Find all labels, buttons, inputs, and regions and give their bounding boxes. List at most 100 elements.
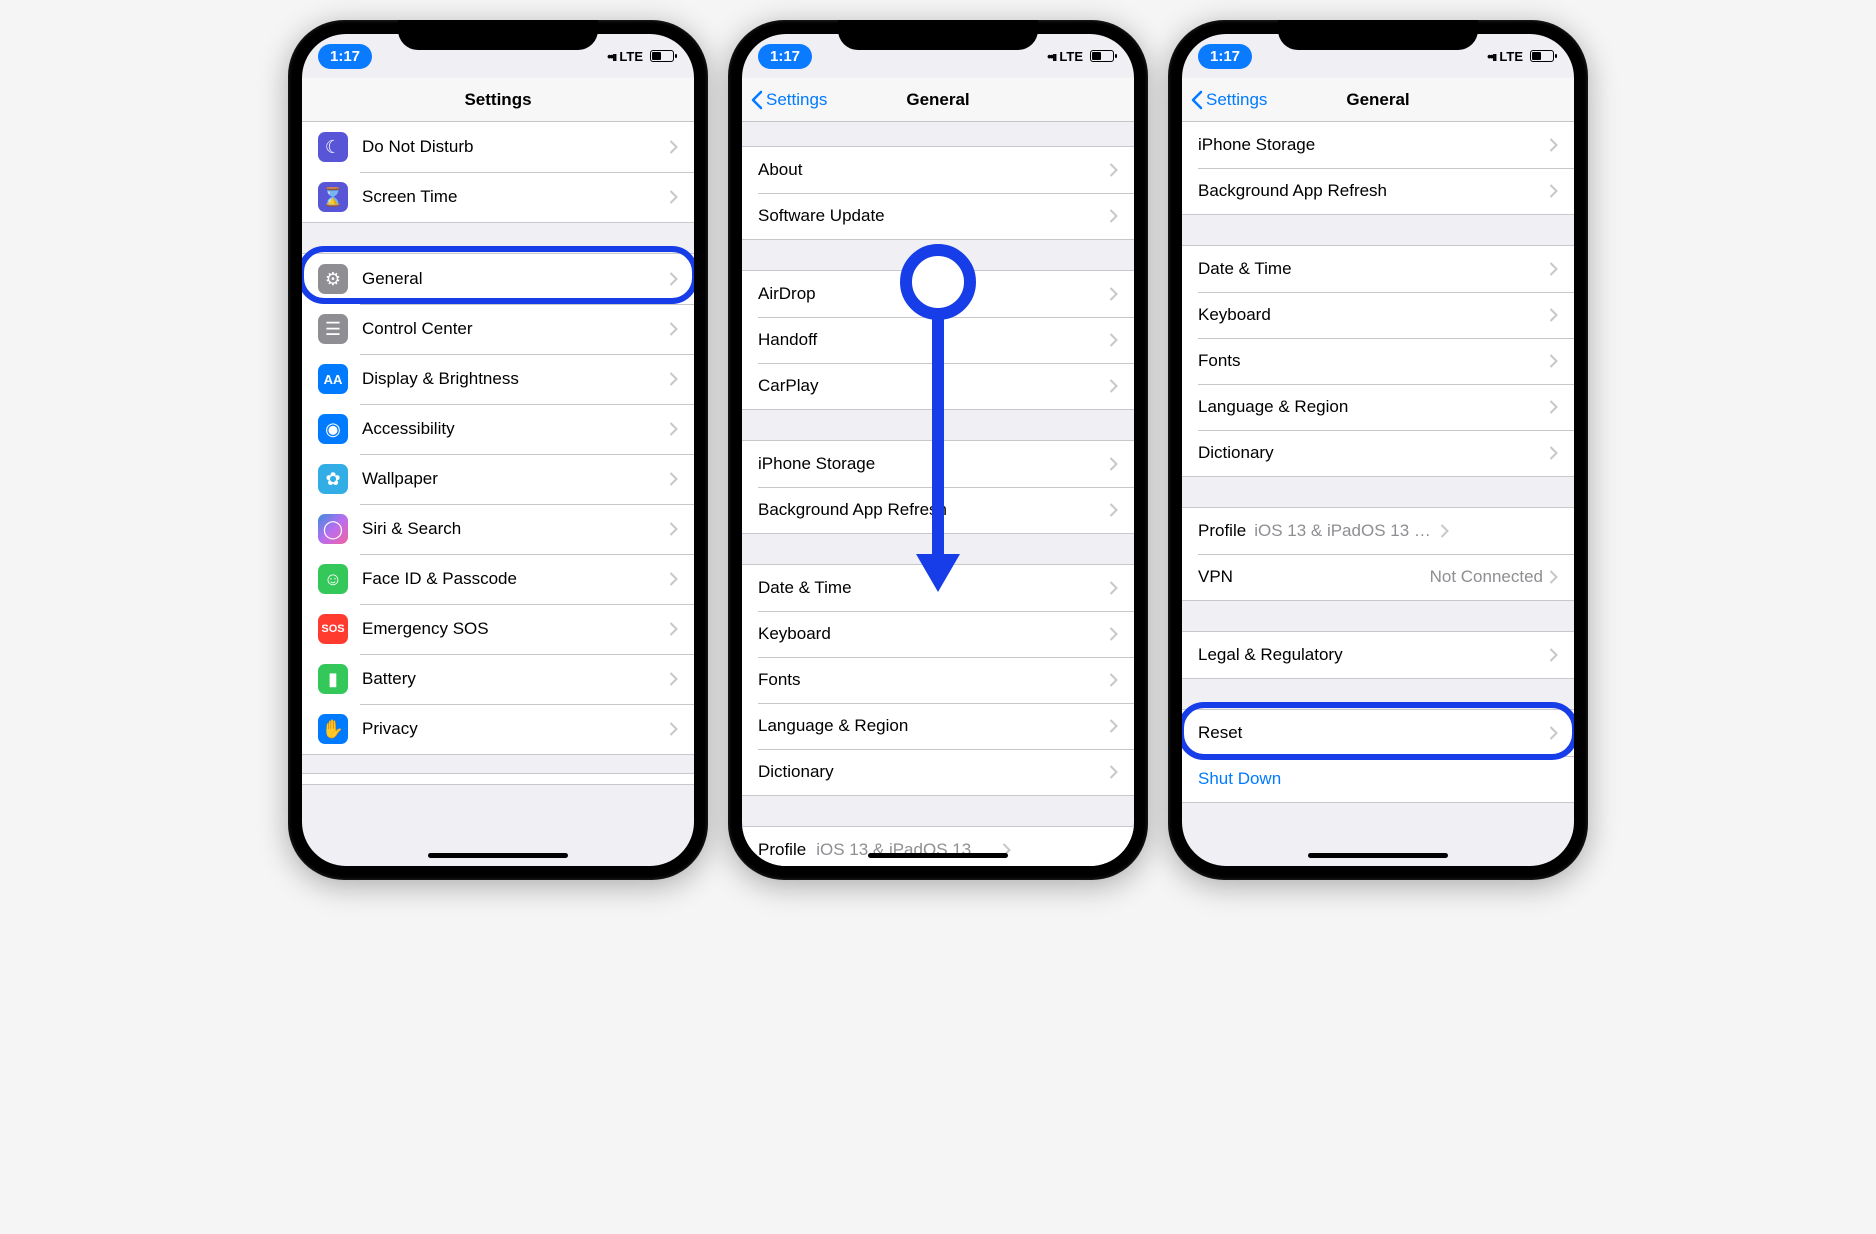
chevron-right-icon [1549, 138, 1558, 152]
row-accessibility[interactable]: ◉ Accessibility [302, 404, 694, 454]
chevron-right-icon [1549, 648, 1558, 662]
row-label: Legal & Regulatory [1198, 645, 1549, 665]
row-label: Language & Region [1198, 397, 1549, 417]
hourglass-icon: ⌛ [318, 182, 348, 212]
row-language-region[interactable]: Language & Region [742, 703, 1134, 749]
chevron-right-icon [1109, 457, 1118, 471]
row-label: Fonts [758, 670, 1109, 690]
carrier-label: LTE [619, 49, 643, 64]
row-label: About [758, 160, 1109, 180]
chevron-right-icon [669, 622, 678, 636]
chevron-right-icon [669, 272, 678, 286]
back-label: Settings [766, 90, 827, 110]
chevron-right-icon [1549, 726, 1558, 740]
row-label: Date & Time [758, 578, 1109, 598]
row-label: Language & Region [758, 716, 1109, 736]
page-title: General [906, 90, 969, 110]
chevron-right-icon [669, 572, 678, 586]
row-label: Date & Time [1198, 259, 1549, 279]
siri-icon: ◯ [318, 514, 348, 544]
chevron-right-icon [669, 372, 678, 386]
row-iphone-storage[interactable]: iPhone Storage [742, 441, 1134, 487]
nav-bar: Settings [302, 78, 694, 122]
row-emergency-sos[interactable]: SOS Emergency SOS [302, 604, 694, 654]
phone-frame-2: 1:17 ••ıı LTE Settings General [728, 20, 1148, 880]
row-label: VPN [1198, 567, 1430, 587]
back-button[interactable]: Settings [1190, 90, 1267, 110]
row-dictionary[interactable]: Dictionary [1182, 430, 1574, 476]
status-time-pill[interactable]: 1:17 [318, 44, 372, 69]
row-fonts[interactable]: Fonts [742, 657, 1134, 703]
row-keyboard[interactable]: Keyboard [742, 611, 1134, 657]
row-airdrop[interactable]: AirDrop [742, 271, 1134, 317]
nav-bar: Settings General [1182, 78, 1574, 122]
row-label: Handoff [758, 330, 1109, 350]
home-indicator[interactable] [868, 853, 1008, 858]
row-wallpaper[interactable]: ✿ Wallpaper [302, 454, 694, 504]
chevron-right-icon [1549, 184, 1558, 198]
row-label: Background App Refresh [758, 500, 1109, 520]
battery-icon [1090, 50, 1114, 62]
signal-icon: ••ıı [1047, 49, 1055, 64]
row-keyboard[interactable]: Keyboard [1182, 292, 1574, 338]
row-label: Dictionary [758, 762, 1109, 782]
row-language-region[interactable]: Language & Region [1182, 384, 1574, 430]
row-date-time[interactable]: Date & Time [742, 565, 1134, 611]
home-indicator[interactable] [1308, 853, 1448, 858]
chevron-right-icon [1109, 673, 1118, 687]
row-label: AirDrop [758, 284, 1109, 304]
row-legal-regulatory[interactable]: Legal & Regulatory [1182, 632, 1574, 678]
page-title: General [1346, 90, 1409, 110]
signal-icon: ••ıı [1487, 49, 1495, 64]
back-label: Settings [1206, 90, 1267, 110]
row-privacy[interactable]: ✋ Privacy [302, 704, 694, 754]
row-background-app-refresh[interactable]: Background App Refresh [742, 487, 1134, 533]
chevron-right-icon [1109, 503, 1118, 517]
row-label: Face ID & Passcode [362, 569, 669, 589]
row-general[interactable]: ⚙ General [302, 254, 694, 304]
row-siri-search[interactable]: ◯ Siri & Search [302, 504, 694, 554]
status-time-pill[interactable]: 1:17 [758, 44, 812, 69]
row-label: Wallpaper [362, 469, 669, 489]
row-iphone-storage[interactable]: iPhone Storage [1182, 122, 1574, 168]
row-control-center[interactable]: ☰ Control Center [302, 304, 694, 354]
chevron-right-icon [1549, 308, 1558, 322]
battery-icon [1530, 50, 1554, 62]
chevron-right-icon [1109, 333, 1118, 347]
row-date-time[interactable]: Date & Time [1182, 246, 1574, 292]
row-dictionary[interactable]: Dictionary [742, 749, 1134, 795]
chevron-right-icon [1549, 400, 1558, 414]
row-label: Screen Time [362, 187, 669, 207]
row-about[interactable]: About [742, 147, 1134, 193]
row-screen-time[interactable]: ⌛ Screen Time [302, 172, 694, 222]
battery-icon [650, 50, 674, 62]
row-faceid[interactable]: ☺ Face ID & Passcode [302, 554, 694, 604]
sos-icon: SOS [318, 614, 348, 644]
moon-icon: ☾ [318, 132, 348, 162]
row-carplay[interactable]: CarPlay [742, 363, 1134, 409]
row-vpn[interactable]: VPN Not Connected [1182, 554, 1574, 600]
home-indicator[interactable] [428, 853, 568, 858]
hand-icon: ✋ [318, 714, 348, 744]
faceid-icon: ☺ [318, 564, 348, 594]
chevron-right-icon [669, 190, 678, 204]
row-shut-down[interactable]: Shut Down [1182, 756, 1574, 802]
status-time-pill[interactable]: 1:17 [1198, 44, 1252, 69]
row-display-brightness[interactable]: AA Display & Brightness [302, 354, 694, 404]
chevron-right-icon [1109, 581, 1118, 595]
row-label: Accessibility [362, 419, 669, 439]
row-battery[interactable]: ▮ Battery [302, 654, 694, 704]
back-button[interactable]: Settings [750, 90, 827, 110]
row-software-update[interactable]: Software Update [742, 193, 1134, 239]
row-label: Display & Brightness [362, 369, 669, 389]
row-reset[interactable]: Reset [1182, 710, 1574, 756]
row-handoff[interactable]: Handoff [742, 317, 1134, 363]
row-do-not-disturb[interactable]: ☾ Do Not Disturb [302, 122, 694, 172]
row-profile[interactable]: Profile iOS 13 & iPadOS 13 Beta Softwar.… [1182, 508, 1574, 554]
chevron-right-icon [669, 672, 678, 686]
row-label: Profile [758, 840, 806, 860]
row-label: General [362, 269, 669, 289]
row-background-app-refresh[interactable]: Background App Refresh [1182, 168, 1574, 214]
row-profile[interactable]: Profile iOS 13 & iPadOS 13 Beta Softwar.… [742, 827, 1134, 866]
row-fonts[interactable]: Fonts [1182, 338, 1574, 384]
